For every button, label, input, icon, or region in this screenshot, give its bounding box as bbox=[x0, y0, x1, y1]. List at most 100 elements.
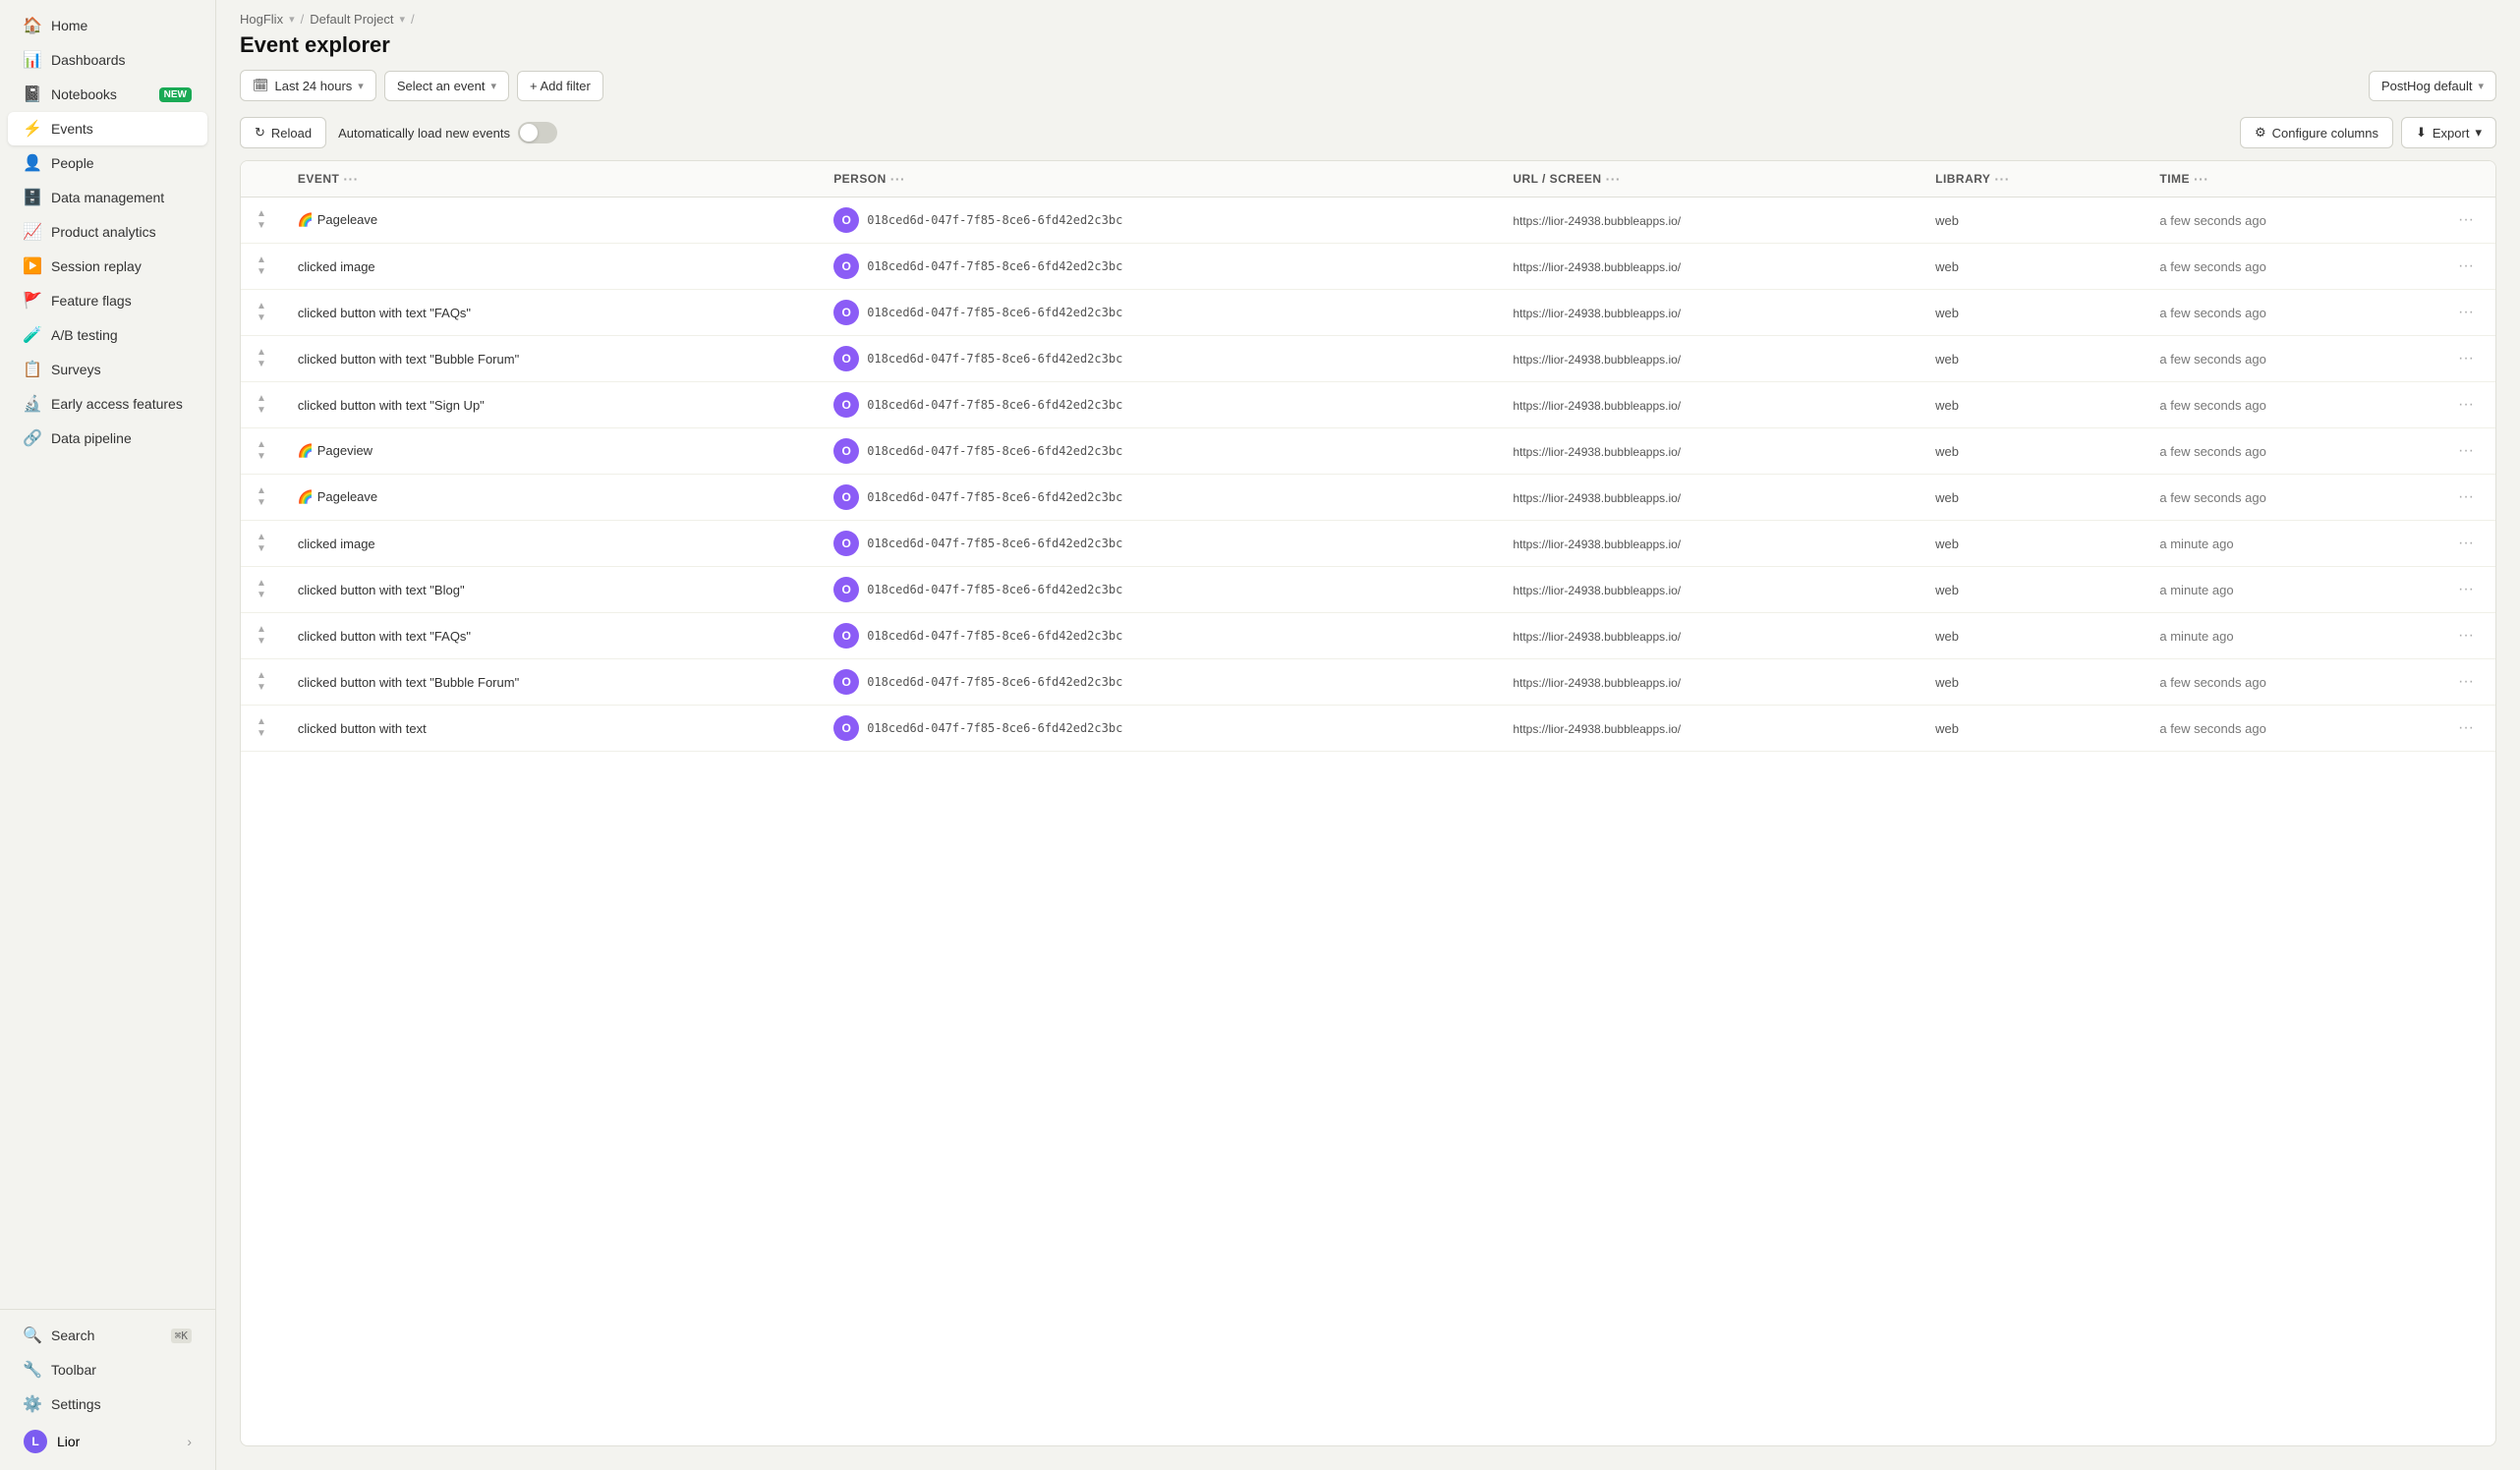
sidebar-item-data-pipeline[interactable]: 🔗 Data pipeline bbox=[8, 422, 207, 455]
table-row[interactable]: ▲ ▼ clicked button with text "FAQs" O 01… bbox=[241, 613, 2495, 659]
expand-arrows[interactable]: ▲ ▼ bbox=[257, 716, 266, 740]
url-value[interactable]: https://lior-24938.bubbleapps.io/ bbox=[1513, 676, 1681, 690]
person-id[interactable]: 018ced6d-047f-7f85-8ce6-6fd42ed2c3bc bbox=[867, 213, 1122, 227]
sidebar-item-search[interactable]: 🔍 Search ⌘K bbox=[8, 1319, 207, 1352]
sidebar-item-early-access[interactable]: 🔬 Early access features bbox=[8, 387, 207, 421]
person-id[interactable]: 018ced6d-047f-7f85-8ce6-6fd42ed2c3bc bbox=[867, 352, 1122, 366]
row-more-button[interactable]: ··· bbox=[2452, 579, 2480, 599]
table-row[interactable]: ▲ ▼ 🌈 Pageleave O 018ced6d-047f-7f85-8ce… bbox=[241, 198, 2495, 244]
sidebar-item-data-management[interactable]: 🗄️ Data management bbox=[8, 181, 207, 214]
sidebar-user[interactable]: L Lior › bbox=[8, 1422, 207, 1461]
person-id[interactable]: 018ced6d-047f-7f85-8ce6-6fd42ed2c3bc bbox=[867, 398, 1122, 412]
url-value[interactable]: https://lior-24938.bubbleapps.io/ bbox=[1513, 722, 1681, 736]
expand-arrows[interactable]: ▲ ▼ bbox=[257, 485, 266, 509]
table-row[interactable]: ▲ ▼ clicked button with text "Blog" O 01… bbox=[241, 567, 2495, 613]
breadcrumb-project[interactable]: Default Project bbox=[310, 12, 393, 27]
time-cell: a few seconds ago bbox=[2144, 290, 2436, 336]
auto-load-toggle[interactable] bbox=[518, 122, 557, 143]
expand-arrows[interactable]: ▲ ▼ bbox=[257, 301, 266, 324]
event-col-more[interactable]: ··· bbox=[343, 171, 358, 187]
sidebar-item-dashboards[interactable]: 📊 Dashboards bbox=[8, 43, 207, 77]
person-id[interactable]: 018ced6d-047f-7f85-8ce6-6fd42ed2c3bc bbox=[867, 490, 1122, 504]
url-value[interactable]: https://lior-24938.bubbleapps.io/ bbox=[1513, 445, 1681, 459]
sidebar-item-people[interactable]: 👤 People bbox=[8, 146, 207, 180]
table-row[interactable]: ▲ ▼ clicked button with text "Sign Up" O… bbox=[241, 382, 2495, 428]
row-more-button[interactable]: ··· bbox=[2452, 625, 2480, 646]
sidebar-item-feature-flags[interactable]: 🚩 Feature flags bbox=[8, 284, 207, 317]
select-event-button[interactable]: Select an event ▾ bbox=[384, 71, 509, 101]
row-more-button[interactable]: ··· bbox=[2452, 394, 2480, 415]
row-more-button[interactable]: ··· bbox=[2452, 348, 2480, 368]
person-id[interactable]: 018ced6d-047f-7f85-8ce6-6fd42ed2c3bc bbox=[867, 675, 1122, 689]
person-col-more[interactable]: ··· bbox=[890, 171, 905, 187]
url-value[interactable]: https://lior-24938.bubbleapps.io/ bbox=[1513, 491, 1681, 505]
time-col-more[interactable]: ··· bbox=[2194, 171, 2208, 187]
library-col-header: LIBRARY ··· bbox=[1919, 161, 2144, 198]
row-more-button[interactable]: ··· bbox=[2452, 533, 2480, 553]
row-more-button[interactable]: ··· bbox=[2452, 440, 2480, 461]
expand-arrows[interactable]: ▲ ▼ bbox=[257, 393, 266, 417]
breadcrumb-hogflix[interactable]: HogFlix bbox=[240, 12, 283, 27]
row-more-button[interactable]: ··· bbox=[2452, 671, 2480, 692]
sidebar-item-surveys[interactable]: 📋 Surveys bbox=[8, 353, 207, 386]
expand-arrows[interactable]: ▲ ▼ bbox=[257, 347, 266, 370]
table-row[interactable]: ▲ ▼ clicked image O 018ced6d-047f-7f85-8… bbox=[241, 244, 2495, 290]
expand-arrows[interactable]: ▲ ▼ bbox=[257, 532, 266, 555]
row-more-button[interactable]: ··· bbox=[2452, 486, 2480, 507]
expand-arrows[interactable]: ▲ ▼ bbox=[257, 624, 266, 648]
posthog-default-button[interactable]: PostHog default ▾ bbox=[2369, 71, 2496, 101]
sidebar-item-session-replay[interactable]: ▶️ Session replay bbox=[8, 250, 207, 283]
person-cell-inner: O 018ced6d-047f-7f85-8ce6-6fd42ed2c3bc bbox=[833, 392, 1481, 418]
row-more-button[interactable]: ··· bbox=[2452, 302, 2480, 322]
configure-columns-button[interactable]: ⚙ Configure columns bbox=[2240, 117, 2393, 148]
person-id[interactable]: 018ced6d-047f-7f85-8ce6-6fd42ed2c3bc bbox=[867, 537, 1122, 550]
expand-arrows[interactable]: ▲ ▼ bbox=[257, 578, 266, 601]
url-value[interactable]: https://lior-24938.bubbleapps.io/ bbox=[1513, 630, 1681, 644]
sidebar-item-settings[interactable]: ⚙️ Settings bbox=[8, 1387, 207, 1421]
reload-button[interactable]: ↻ Reload bbox=[240, 117, 326, 148]
sidebar-item-events[interactable]: ⚡ Events bbox=[8, 112, 207, 145]
table-row[interactable]: ▲ ▼ clicked image O 018ced6d-047f-7f85-8… bbox=[241, 521, 2495, 567]
time-range-button[interactable]: 🗓 Last 24 hours ▾ bbox=[240, 70, 376, 101]
expand-arrows[interactable]: ▲ ▼ bbox=[257, 439, 266, 463]
sidebar-item-product-analytics[interactable]: 📈 Product analytics bbox=[8, 215, 207, 249]
expand-arrows[interactable]: ▲ ▼ bbox=[257, 208, 266, 232]
expand-arrows[interactable]: ▲ ▼ bbox=[257, 254, 266, 278]
table-row[interactable]: ▲ ▼ clicked button with text O 018ced6d-… bbox=[241, 706, 2495, 752]
table-row[interactable]: ▲ ▼ 🌈 Pageview O 018ced6d-047f-7f85-8ce6… bbox=[241, 428, 2495, 475]
library-col-more[interactable]: ··· bbox=[1994, 171, 2009, 187]
person-id[interactable]: 018ced6d-047f-7f85-8ce6-6fd42ed2c3bc bbox=[867, 306, 1122, 319]
url-cell: https://lior-24938.bubbleapps.io/ bbox=[1497, 567, 1919, 613]
sidebar-item-notebooks[interactable]: 📓 Notebooks NEW bbox=[8, 78, 207, 111]
url-value[interactable]: https://lior-24938.bubbleapps.io/ bbox=[1513, 399, 1681, 413]
table-row[interactable]: ▲ ▼ clicked button with text "Bubble For… bbox=[241, 659, 2495, 706]
export-button[interactable]: ⬇ Export ▾ bbox=[2401, 117, 2496, 148]
table-row[interactable]: ▲ ▼ clicked button with text "Bubble For… bbox=[241, 336, 2495, 382]
url-value[interactable]: https://lior-24938.bubbleapps.io/ bbox=[1513, 353, 1681, 367]
sidebar-bottom: 🔍 Search ⌘K 🔧 Toolbar ⚙️ Settings L Lior… bbox=[0, 1309, 215, 1470]
person-cell: O 018ced6d-047f-7f85-8ce6-6fd42ed2c3bc bbox=[818, 659, 1497, 706]
sidebar-item-home[interactable]: 🏠 Home bbox=[8, 9, 207, 42]
row-more-button[interactable]: ··· bbox=[2452, 255, 2480, 276]
person-id[interactable]: 018ced6d-047f-7f85-8ce6-6fd42ed2c3bc bbox=[867, 721, 1122, 735]
url-value[interactable]: https://lior-24938.bubbleapps.io/ bbox=[1513, 537, 1681, 551]
url-value[interactable]: https://lior-24938.bubbleapps.io/ bbox=[1513, 260, 1681, 274]
url-col-more[interactable]: ··· bbox=[1606, 171, 1621, 187]
table-row[interactable]: ▲ ▼ clicked button with text "FAQs" O 01… bbox=[241, 290, 2495, 336]
add-filter-button[interactable]: + Add filter bbox=[517, 71, 603, 101]
url-value[interactable]: https://lior-24938.bubbleapps.io/ bbox=[1513, 214, 1681, 228]
sidebar-item-toolbar[interactable]: 🔧 Toolbar bbox=[8, 1353, 207, 1386]
person-id[interactable]: 018ced6d-047f-7f85-8ce6-6fd42ed2c3bc bbox=[867, 444, 1122, 458]
person-id[interactable]: 018ced6d-047f-7f85-8ce6-6fd42ed2c3bc bbox=[867, 629, 1122, 643]
table-row[interactable]: ▲ ▼ 🌈 Pageleave O 018ced6d-047f-7f85-8ce… bbox=[241, 475, 2495, 521]
sidebar-item-ab-testing[interactable]: 🧪 A/B testing bbox=[8, 318, 207, 352]
person-id[interactable]: 018ced6d-047f-7f85-8ce6-6fd42ed2c3bc bbox=[867, 583, 1122, 596]
row-more-button[interactable]: ··· bbox=[2452, 209, 2480, 230]
url-value[interactable]: https://lior-24938.bubbleapps.io/ bbox=[1513, 307, 1681, 320]
person-id[interactable]: 018ced6d-047f-7f85-8ce6-6fd42ed2c3bc bbox=[867, 259, 1122, 273]
url-value[interactable]: https://lior-24938.bubbleapps.io/ bbox=[1513, 584, 1681, 597]
row-more-button[interactable]: ··· bbox=[2452, 717, 2480, 738]
dashboards-icon: 📊 bbox=[24, 51, 41, 69]
url-col-label: URL / SCREEN bbox=[1513, 172, 1601, 186]
expand-arrows[interactable]: ▲ ▼ bbox=[257, 670, 266, 694]
